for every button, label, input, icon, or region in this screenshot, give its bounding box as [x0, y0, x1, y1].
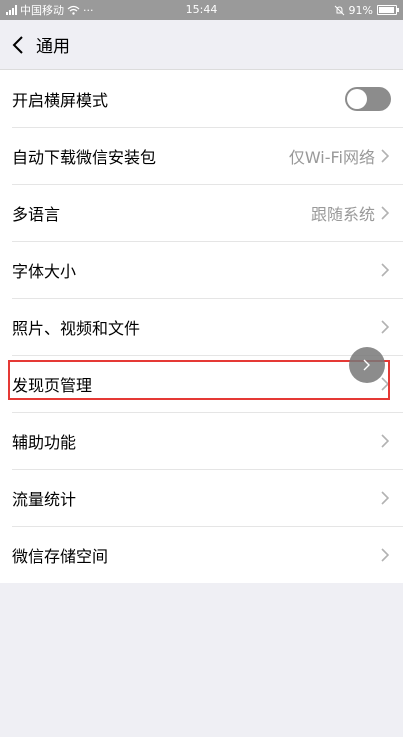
- setting-label: 微信存储空间: [12, 546, 109, 566]
- landscape-toggle[interactable]: [345, 86, 391, 111]
- status-right: 91%: [334, 3, 399, 17]
- setting-storage[interactable]: 微信存储空间: [0, 526, 403, 583]
- battery-icon: [377, 5, 399, 15]
- setting-landscape-mode[interactable]: 开启横屏模式: [0, 70, 403, 127]
- chevron-left-icon: [12, 35, 23, 54]
- chevron-right-icon: [381, 205, 391, 221]
- page-title: 通用: [36, 37, 70, 57]
- setting-label: 流量统计: [12, 489, 77, 509]
- setting-label: 开启横屏模式: [12, 90, 109, 110]
- setting-font-size[interactable]: 字体大小: [0, 241, 403, 298]
- setting-data-usage[interactable]: 流量统计: [0, 469, 403, 526]
- chevron-right-icon: [381, 148, 391, 164]
- battery-percent: 91%: [348, 3, 373, 17]
- setting-label: 发现页管理: [12, 375, 93, 395]
- chevron-right-icon: [381, 547, 391, 563]
- chevron-right-icon: [381, 262, 391, 278]
- mute-bell-icon: [334, 5, 344, 15]
- status-bar: 中国移动 ··· 15:44 91%: [0, 0, 403, 20]
- back-button[interactable]: [0, 20, 36, 70]
- chevron-right-icon: [363, 359, 370, 371]
- toggle-knob: [347, 88, 367, 109]
- setting-value: 跟随系统: [310, 204, 375, 224]
- setting-label: 多语言: [12, 204, 61, 224]
- setting-label: 自动下载微信安装包: [12, 147, 157, 167]
- chevron-right-icon: [381, 319, 391, 335]
- setting-label: 照片、视频和文件: [12, 318, 141, 338]
- setting-media-files[interactable]: 照片、视频和文件: [0, 298, 403, 355]
- chevron-right-icon: [381, 490, 391, 506]
- setting-value: 仅Wi-Fi网络: [288, 147, 375, 167]
- chevron-right-icon: [381, 376, 391, 392]
- setting-discover-management[interactable]: 发现页管理: [0, 355, 403, 412]
- setting-language[interactable]: 多语言 跟随系统: [0, 184, 403, 241]
- setting-label: 字体大小: [12, 261, 77, 281]
- setting-label: 辅助功能: [12, 432, 77, 452]
- setting-accessibility[interactable]: 辅助功能: [0, 412, 403, 469]
- setting-auto-download[interactable]: 自动下载微信安装包 仅Wi-Fi网络: [0, 127, 403, 184]
- floating-assistive-button[interactable]: [349, 347, 385, 383]
- settings-list: 开启横屏模式 自动下载微信安装包 仅Wi-Fi网络 多语言 跟随系统 字体大小 …: [0, 70, 403, 583]
- nav-bar: 通用: [0, 20, 403, 70]
- chevron-right-icon: [381, 433, 391, 449]
